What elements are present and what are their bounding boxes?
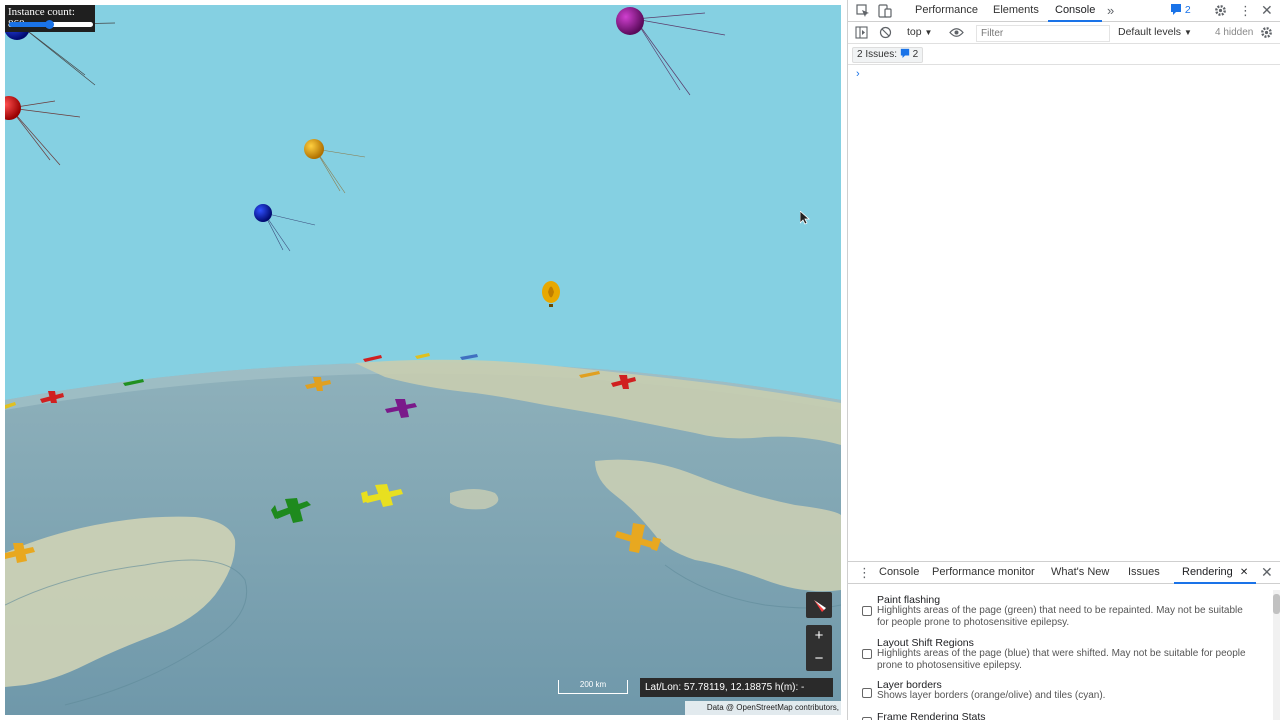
devtools-panel: Performance Elements Console » 2 ⋮ ✕ top… [847,0,1280,720]
device-toolbar-icon[interactable] [878,4,892,18]
issues-label: 2 Issues: [857,49,898,60]
sidebar-toggle-icon[interactable] [855,26,868,39]
clear-console-icon[interactable] [879,26,892,39]
devtools-main-tabs: Performance Elements Console » 2 ⋮ ✕ [848,0,1280,22]
map-viewport[interactable]: Instance count: 868 + − 200 km Lat/Lon: … [5,5,841,715]
red-ball [5,96,81,166]
drawer-tab-performance-monitor[interactable]: Performance monitor [932,562,1035,584]
airplane-tiny-yellow [415,353,430,359]
console-filter-input[interactable]: Filter [976,25,1110,42]
option-description: Highlights areas of the page (blue) that… [877,648,1246,671]
drawer-menu-icon[interactable]: ⋮ [858,565,871,581]
drawer-tab-whats-new[interactable]: What's New [1051,562,1109,584]
blue-ball [254,204,316,252]
live-expression-eye-icon[interactable] [949,27,964,38]
issues-count: 2 [912,49,919,60]
issue-message-icon [900,48,909,58]
drawer-scrollbar-thumb[interactable] [1273,594,1280,614]
more-options-icon[interactable]: ⋮ [1239,3,1252,19]
option-frame-rendering-stats: Frame Rendering Stats [848,711,1268,720]
layout-shift-checkbox[interactable] [862,649,872,659]
coordinates-readout: Lat/Lon: 57.78119, 12.18875 h(m): - [640,678,833,697]
option-title: Frame Rendering Stats [877,711,986,720]
instance-count-panel: Instance count: 868 [5,5,95,32]
dropdown-arrow-icon: ▼ [1183,28,1192,37]
close-devtools-icon[interactable]: ✕ [1261,2,1273,18]
console-prompt[interactable]: › [856,68,860,80]
drawer-tab-issues[interactable]: Issues [1128,562,1160,584]
orange-ball [304,139,366,194]
issues-button[interactable]: 2 Issues: 2 [852,47,924,63]
screen: Instance count: 868 + − 200 km Lat/Lon: … [0,0,1280,720]
message-icon [1171,4,1181,15]
paint-flashing-checkbox[interactable] [862,606,872,616]
drawer-tab-rendering-label: Rendering [1182,566,1233,578]
compass-button[interactable] [806,592,832,618]
option-paint-flashing: Paint flashing Highlights areas of the p… [848,594,1268,634]
context-value: top [907,26,922,38]
scale-bar: 200 km [558,680,628,694]
settings-gear-icon[interactable] [1214,4,1227,17]
instance-slider-fill [9,22,50,27]
console-toolbar: top ▼ Filter Default levels ▼ 4 hidden [848,22,1280,44]
log-levels-dropdown[interactable]: Default levels ▼ [1118,26,1192,38]
mouse-cursor-icon [800,211,810,225]
tab-elements[interactable]: Elements [993,0,1039,22]
map-attribution[interactable]: Data @ OpenStreetMap contributors, ODbL [685,701,841,715]
drawer-tab-rendering[interactable]: Rendering ✕ [1174,562,1257,584]
close-tab-icon[interactable]: ✕ [1240,567,1248,578]
dropdown-arrow-icon: ▼ [924,28,933,37]
tab-performance[interactable]: Performance [915,0,978,22]
airplane-tiny-blue [460,354,478,360]
option-description: Shows layer borders (orange/olive) and t… [877,690,1106,701]
globe-scene[interactable] [5,5,841,715]
messages-badge[interactable]: 2 [1170,3,1191,19]
instance-slider-thumb[interactable] [45,20,55,29]
context-selector[interactable]: top ▼ [907,26,932,38]
option-layout-shift-regions: Layout Shift Regions Highlights areas of… [848,637,1268,677]
purple-ball [616,7,726,96]
instance-slider[interactable] [9,20,93,29]
airplane-tiny-red [363,355,382,362]
messages-count: 2 [1184,4,1191,16]
zoom-controls: + − [806,625,832,671]
hot-air-balloon [542,281,560,307]
drawer-scrollbar[interactable] [1273,590,1280,720]
close-drawer-icon[interactable]: ✕ [1261,564,1273,580]
zoom-out-button[interactable]: − [806,648,832,671]
console-settings-gear-icon[interactable] [1260,26,1273,39]
issues-row: 2 Issues: 2 [848,45,1280,65]
drawer-tab-console[interactable]: Console [879,562,919,584]
drawer-tabs: ⋮ Console Performance monitor What's New… [848,562,1280,584]
log-levels-value: Default levels [1118,26,1182,38]
zoom-in-button[interactable]: + [806,625,832,648]
inspect-element-icon[interactable] [856,4,870,18]
land-small-island [450,489,499,510]
devtools-drawer: ⋮ Console Performance monitor What's New… [848,561,1280,720]
chevron-double-right-icon[interactable]: » [1107,3,1114,19]
option-layer-borders: Layer borders Shows layer borders (orang… [848,679,1268,709]
tab-console[interactable]: Console [1048,0,1103,22]
hidden-messages-count: 4 hidden [1215,27,1254,38]
option-description: Highlights areas of the page (green) tha… [877,605,1243,628]
layer-borders-checkbox[interactable] [862,688,872,698]
compass-icon [814,600,826,612]
